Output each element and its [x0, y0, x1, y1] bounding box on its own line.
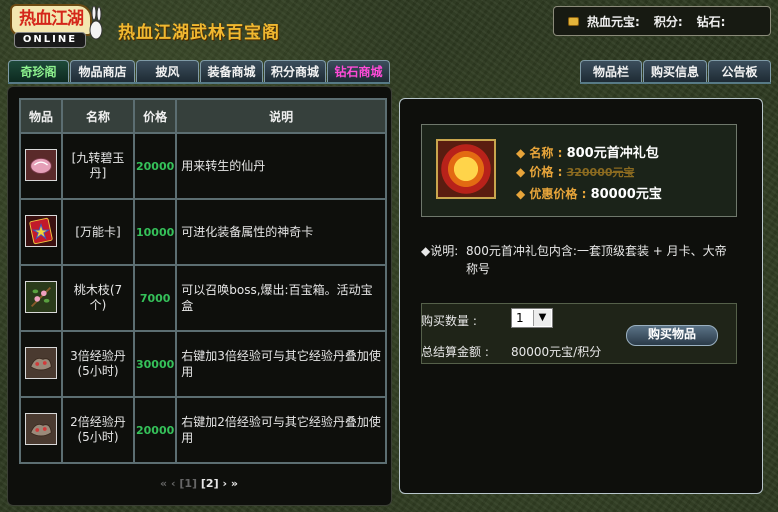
- tab-inventory[interactable]: 物品栏: [580, 60, 642, 82]
- table-row[interactable]: 3倍经验丹(5小时) 30000 右键加3倍经验可与其它经验丹叠加使用: [19, 330, 387, 398]
- col-header-price: 价格: [132, 98, 178, 134]
- product-sale-price: 80000元宝: [590, 187, 662, 202]
- pager-next[interactable]: ›: [222, 477, 227, 490]
- buy-button[interactable]: 购买物品: [626, 325, 718, 346]
- tab-treasure[interactable]: 奇珍阁: [8, 60, 69, 82]
- item-price: 20000: [132, 396, 178, 464]
- table-row[interactable]: [九转碧玉丹] 20000 用来转生的仙丹: [19, 132, 387, 200]
- item-table: 物品 名称 价格 说明 [九转碧玉丹] 20000 用来转生的仙丹 [万能卡] …: [19, 98, 387, 464]
- quantity-value: 1: [516, 311, 524, 325]
- logo-subtitle: ONLINE: [14, 32, 86, 48]
- balance-panel: 热血元宝: 积分: 钻石:: [553, 6, 771, 36]
- table-row[interactable]: 桃木枝(7个) 7000 可以召唤boss,爆出:百宝箱。活动宝盒: [19, 264, 387, 332]
- game-logo: 热血江湖 ONLINE: [10, 4, 103, 48]
- product-sale-label: 优惠价格: [529, 187, 578, 201]
- chevron-down-icon[interactable]: ▼: [533, 310, 551, 326]
- total-label: 总结算金额 :: [421, 345, 489, 359]
- tabs-underline-right: [580, 82, 771, 84]
- item-name[interactable]: 桃木枝(7个): [61, 264, 135, 332]
- item-name[interactable]: 2倍经验丹(5小时): [61, 396, 135, 464]
- pager-first[interactable]: «: [160, 477, 167, 490]
- item-desc: 可进化装备属性的神奇卡: [175, 198, 387, 266]
- coin-icon: [568, 16, 579, 26]
- item-desc: 右键加2倍经验可与其它经验丹叠加使用: [175, 396, 387, 464]
- diamond-label: 钻石:: [696, 14, 726, 29]
- pager-prev[interactable]: ‹: [171, 477, 176, 490]
- star-card-icon[interactable]: [25, 214, 57, 247]
- product-original-price: 320000元宝: [566, 166, 635, 179]
- table-header: 物品 名称 价格 说明: [19, 98, 387, 134]
- item-price: 20000: [132, 132, 178, 200]
- yuanbao-label: 热血元宝:: [587, 14, 640, 29]
- pager-page-1[interactable]: [1]: [179, 477, 197, 490]
- tab-bulletin[interactable]: 公告板: [708, 60, 771, 82]
- tab-cloak[interactable]: 披风: [136, 60, 199, 82]
- item-desc: 可以召唤boss,爆出:百宝箱。活动宝盒: [175, 264, 387, 332]
- item-desc: 用来转生的仙丹: [175, 132, 387, 200]
- page-title: 热血江湖武林百宝阁: [118, 23, 280, 43]
- tab-purchase-info[interactable]: 购买信息: [643, 60, 707, 82]
- desc-label: ◆说明:: [421, 244, 459, 258]
- col-header-name: 名称: [61, 98, 135, 134]
- tab-points-mall[interactable]: 积分商城: [264, 60, 326, 82]
- pager-page-2[interactable]: [2]: [201, 477, 219, 490]
- product-price-label: 价格: [529, 165, 554, 179]
- product-sale-row: ◆ 优惠价格 : 80000元宝: [516, 187, 662, 202]
- table-row[interactable]: 2倍经验丹(5小时) 20000 右键加2倍经验可与其它经验丹叠加使用: [19, 396, 387, 464]
- col-header-desc: 说明: [175, 98, 387, 134]
- item-price: 10000: [132, 198, 178, 266]
- total-value: 80000元宝/积分: [511, 345, 602, 359]
- item-name[interactable]: [九转碧玉丹]: [61, 132, 135, 200]
- item-name[interactable]: [万能卡]: [61, 198, 135, 266]
- pager-last[interactable]: »: [231, 477, 238, 490]
- col-header-item: 物品: [19, 98, 63, 134]
- pagination: « ‹ [1] [2] › »: [160, 477, 238, 490]
- rabbit-mascot-icon: [89, 6, 103, 40]
- peach-branch-icon[interactable]: [25, 280, 57, 313]
- exp-pill-icon[interactable]: [25, 412, 57, 445]
- product-name: 800元首冲礼包: [566, 146, 659, 161]
- tab-diamond-mall[interactable]: 钻石商城: [327, 60, 390, 82]
- quantity-select[interactable]: 1 ▼: [511, 308, 553, 328]
- product-name-label: 名称: [529, 146, 554, 160]
- exp-pill-icon[interactable]: [25, 346, 57, 379]
- product-description: 800元首冲礼包内含:一套顶级套装 + 月卡、大帝称号: [466, 244, 727, 276]
- item-name[interactable]: 3倍经验丹(5小时): [61, 330, 135, 398]
- tab-equipment-mall[interactable]: 装备商城: [200, 60, 263, 82]
- item-desc: 右键加3倍经验可与其它经验丹叠加使用: [175, 330, 387, 398]
- tab-item-shop[interactable]: 物品商店: [70, 60, 135, 82]
- pink-pill-icon[interactable]: [25, 148, 57, 181]
- product-name-row: ◆ 名称 : 800元首冲礼包: [516, 146, 659, 161]
- gift-pack-icon: [436, 139, 496, 199]
- product-price-row: ◆ 价格 : 320000元宝: [516, 165, 635, 179]
- item-price: 30000: [132, 330, 178, 398]
- points-label: 积分:: [653, 14, 683, 29]
- quantity-label: 购买数量 :: [421, 314, 477, 328]
- tabs-underline-left: [8, 82, 390, 84]
- item-price: 7000: [132, 264, 178, 332]
- table-row[interactable]: [万能卡] 10000 可进化装备属性的神奇卡: [19, 198, 387, 266]
